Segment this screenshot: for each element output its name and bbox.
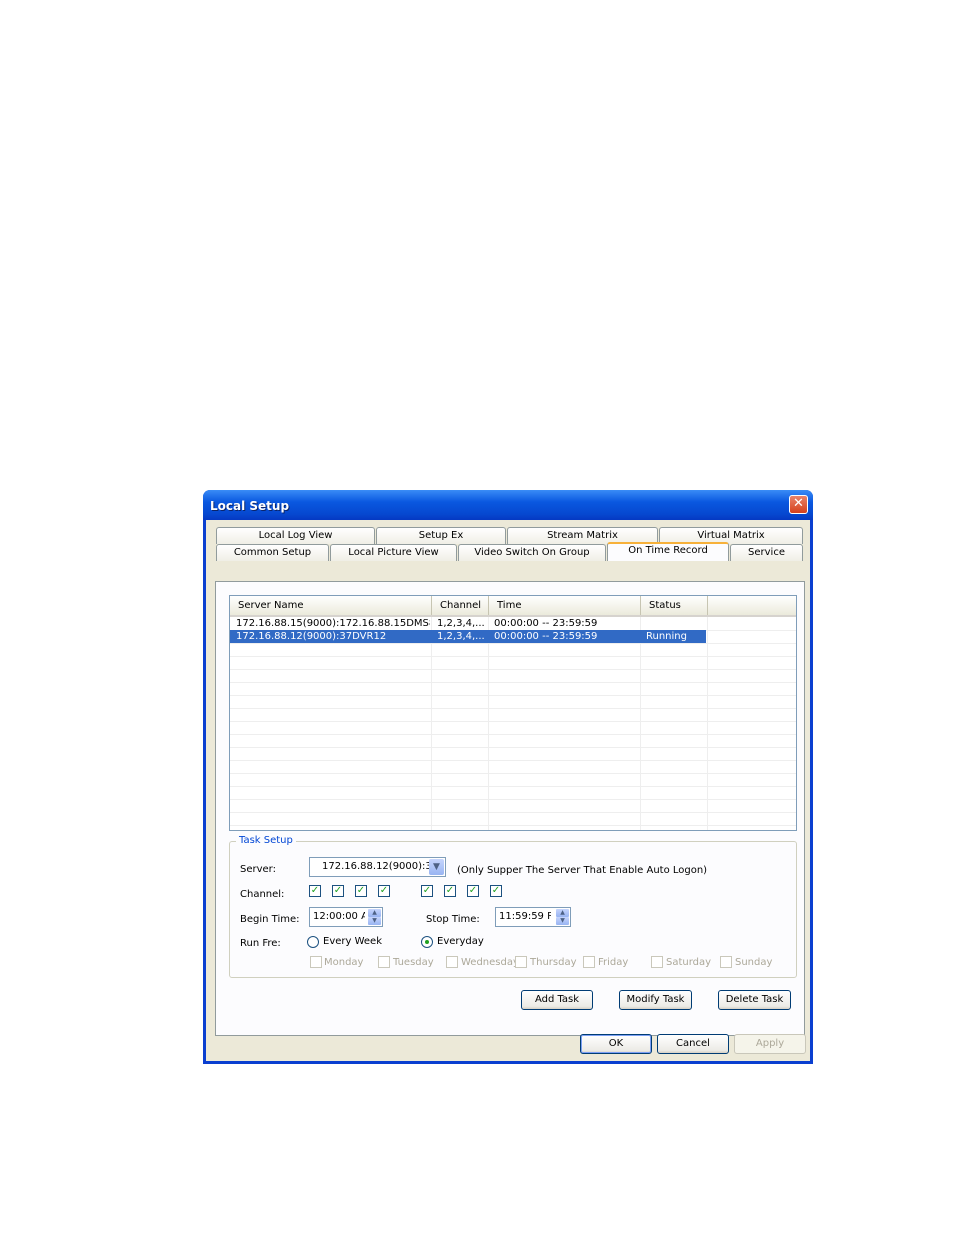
day-checkbox-monday[interactable] <box>310 956 322 968</box>
cell-time: 00:00:00 -- 23:59:59 <box>494 618 598 629</box>
delete-task-button[interactable]: Delete Task <box>718 990 791 1010</box>
day-checkbox-tuesday[interactable] <box>378 956 390 968</box>
day-label-wednesday: Wednesday <box>461 957 519 968</box>
cancel-button[interactable]: Cancel <box>657 1034 729 1054</box>
channel-checkbox-8[interactable]: ✓ <box>490 885 502 897</box>
begin-time-spinner[interactable]: ▲ ▼ <box>368 909 381 925</box>
cell-server: 172.16.88.15(9000):172.16.88.15DMS8... <box>236 618 430 629</box>
channel-checkbox-6[interactable]: ✓ <box>444 885 456 897</box>
table-row[interactable]: 172.16.88.15(9000):172.16.88.15DMS8... 1… <box>230 617 706 630</box>
column-channel[interactable]: Channel <box>432 596 489 615</box>
task-setup-group: Task Setup Server: 172.16.88.12(9000):37… <box>229 835 797 978</box>
day-checkbox-saturday[interactable] <box>651 956 663 968</box>
check-icon: ✓ <box>310 885 320 896</box>
cell-time: 00:00:00 -- 23:59:59 <box>494 631 598 642</box>
day-label-tuesday: Tuesday <box>393 957 434 968</box>
ok-button[interactable]: OK <box>580 1034 652 1054</box>
check-icon: ✓ <box>468 885 478 896</box>
cell-status: Running <box>646 631 687 642</box>
task-setup-legend: Task Setup <box>236 835 296 846</box>
check-icon: ✓ <box>491 885 501 896</box>
stop-time-label: Stop Time: <box>426 914 480 925</box>
everyday-radio[interactable] <box>421 936 433 948</box>
stop-time-input[interactable]: 11:59:59 PM ▲ ▼ <box>495 907 571 927</box>
cell-server: 172.16.88.12(9000):37DVR12 <box>236 631 387 642</box>
server-select[interactable]: 172.16.88.12(9000):37 ▼ <box>309 857 446 877</box>
column-status[interactable]: Status <box>641 596 708 615</box>
channel-checkbox-1[interactable]: ✓ <box>309 885 321 897</box>
modify-task-button[interactable]: Modify Task <box>619 990 692 1010</box>
window-title: Local Setup <box>210 499 290 513</box>
begin-time-value: 12:00:00 AM <box>313 911 365 922</box>
day-checkbox-sunday[interactable] <box>720 956 732 968</box>
begin-time-label: Begin Time: <box>240 914 300 925</box>
server-label: Server: <box>240 864 276 875</box>
apply-button[interactable]: Apply <box>734 1034 806 1054</box>
day-label-monday: Monday <box>324 957 364 968</box>
stop-time-spinner[interactable]: ▲ ▼ <box>556 909 569 925</box>
tab-on-time-record[interactable]: On Time Record <box>607 542 729 561</box>
channel-checkbox-5[interactable]: ✓ <box>421 885 433 897</box>
run-frequency-label: Run Fre: <box>240 938 281 949</box>
list-header: Server Name Channel Time Status <box>230 596 796 617</box>
spin-down-icon[interactable]: ▼ <box>556 917 569 925</box>
spin-up-icon[interactable]: ▲ <box>556 909 569 917</box>
tab-setup-ex[interactable]: Setup Ex <box>376 527 506 544</box>
tab-common-setup[interactable]: Common Setup <box>216 544 329 561</box>
day-checkbox-friday[interactable] <box>583 956 595 968</box>
tab-service[interactable]: Service <box>730 544 803 561</box>
channel-checkbox-7[interactable]: ✓ <box>467 885 479 897</box>
channel-label: Channel: <box>240 889 285 900</box>
channel-checkbox-2[interactable]: ✓ <box>332 885 344 897</box>
day-checkbox-thursday[interactable] <box>515 956 527 968</box>
local-setup-window: Local Setup ✕ Local Log View Setup Ex St… <box>203 490 813 1064</box>
chevron-down-icon[interactable]: ▼ <box>429 859 444 875</box>
check-icon: ✓ <box>333 885 343 896</box>
begin-time-input[interactable]: 12:00:00 AM ▲ ▼ <box>309 907 383 927</box>
day-label-thursday: Thursday <box>530 957 577 968</box>
cell-channel: 1,2,3,4,... <box>437 618 485 629</box>
title-bar[interactable]: Local Setup ✕ <box>203 490 813 520</box>
table-row-selected[interactable]: 172.16.88.12(9000):37DVR12 1,2,3,4,... 0… <box>230 630 706 643</box>
column-time[interactable]: Time <box>489 596 641 615</box>
tab-video-switch-on-group[interactable]: Video Switch On Group <box>458 544 606 561</box>
server-note: (Only Supper The Server That Enable Auto… <box>457 865 708 876</box>
tab-local-picture-view[interactable]: Local Picture View <box>330 544 457 561</box>
every-week-radio[interactable] <box>307 936 319 948</box>
spin-down-icon[interactable]: ▼ <box>368 917 381 925</box>
cell-channel: 1,2,3,4,... <box>437 631 485 642</box>
channel-checkbox-3[interactable]: ✓ <box>355 885 367 897</box>
day-label-friday: Friday <box>598 957 629 968</box>
day-checkbox-wednesday[interactable] <box>446 956 458 968</box>
check-icon: ✓ <box>356 885 366 896</box>
close-button[interactable]: ✕ <box>789 495 808 514</box>
day-label-saturday: Saturday <box>666 957 712 968</box>
day-label-sunday: Sunday <box>735 957 773 968</box>
check-icon: ✓ <box>379 885 389 896</box>
on-time-record-panel: Server Name Channel Time Status 172.16.8… <box>215 581 805 1036</box>
stop-time-value: 11:59:59 PM <box>499 911 551 922</box>
server-select-value: 172.16.88.12(9000):37 <box>322 861 439 872</box>
every-week-label[interactable]: Every Week <box>323 936 382 947</box>
add-task-button[interactable]: Add Task <box>521 990 593 1010</box>
everyday-label[interactable]: Everyday <box>437 936 484 947</box>
check-icon: ✓ <box>422 885 432 896</box>
column-server-name[interactable]: Server Name <box>230 596 432 615</box>
tab-local-log-view[interactable]: Local Log View <box>216 527 375 544</box>
task-list[interactable]: Server Name Channel Time Status 172.16.8… <box>229 595 797 831</box>
spin-up-icon[interactable]: ▲ <box>368 909 381 917</box>
close-icon: ✕ <box>793 496 804 511</box>
check-icon: ✓ <box>445 885 455 896</box>
radio-selected-dot <box>425 940 429 944</box>
channel-checkbox-4[interactable]: ✓ <box>378 885 390 897</box>
dialog-client: Local Log View Setup Ex Stream Matrix Vi… <box>206 520 810 1061</box>
